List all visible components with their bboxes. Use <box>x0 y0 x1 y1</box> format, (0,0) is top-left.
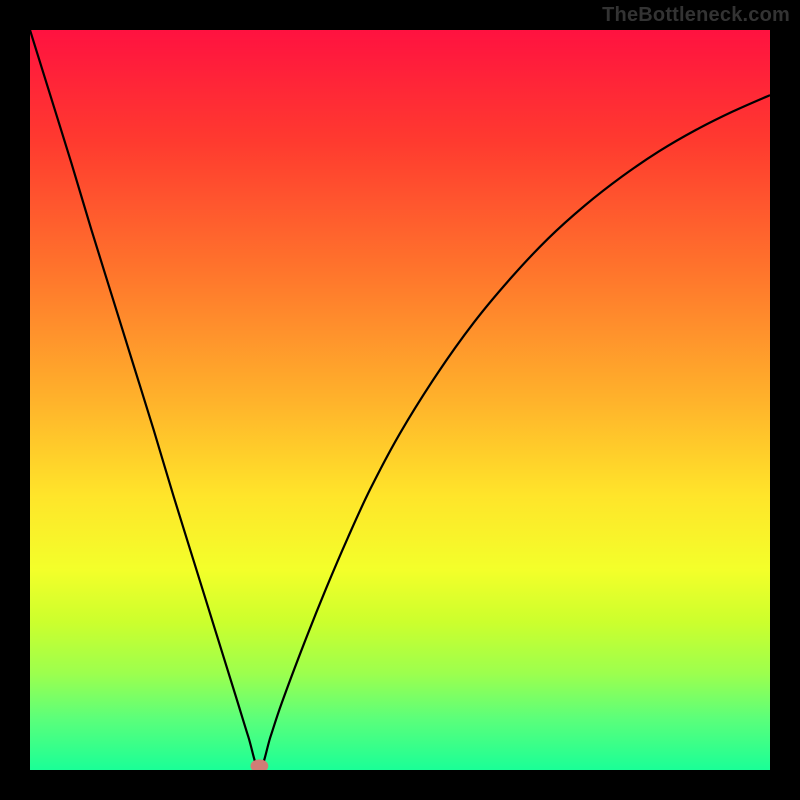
watermark-text: TheBottleneck.com <box>602 4 790 27</box>
plot-svg <box>30 30 770 770</box>
plot-area <box>30 30 770 770</box>
chart-frame: TheBottleneck.com <box>0 0 800 800</box>
gradient-background <box>30 30 770 770</box>
